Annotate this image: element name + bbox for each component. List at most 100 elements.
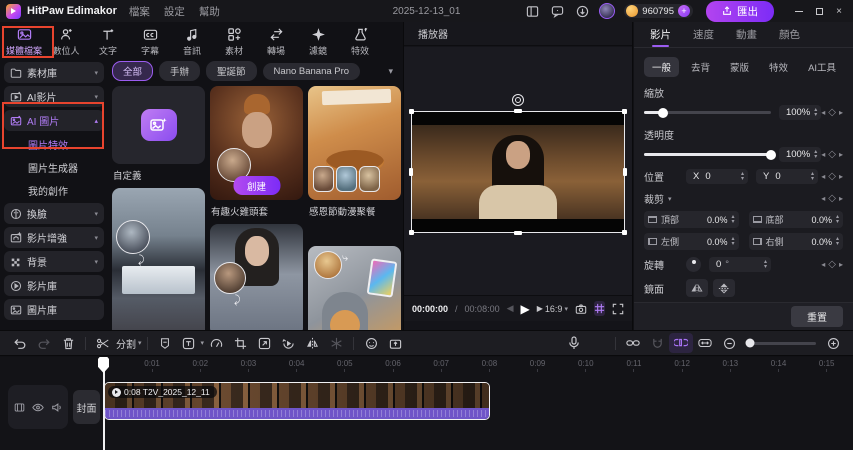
snapshot-icon[interactable] (575, 303, 587, 315)
subtab-effects[interactable]: 特效 (761, 57, 796, 77)
mic-icon[interactable] (562, 333, 586, 353)
download-icon[interactable] (574, 3, 590, 19)
timeline-zoom-slider[interactable] (745, 338, 816, 348)
close-button[interactable]: × (831, 3, 847, 19)
cover-button[interactable]: 封面 (73, 390, 100, 424)
sidebar-item-library[interactable]: 素材庫 ▾ (4, 62, 104, 83)
stepper[interactable]: ▴ ▾ (836, 214, 839, 225)
flip-horizontal-icon[interactable] (686, 279, 708, 297)
scale-slider[interactable] (644, 107, 771, 118)
stepper[interactable]: ▴ ▾ (731, 236, 734, 247)
resize-handle[interactable] (409, 168, 413, 176)
subtab-remove-bg[interactable]: 去背 (683, 57, 718, 77)
tool-digital-human[interactable]: 數位人 (45, 24, 87, 57)
scale-value[interactable]: 100% ▴ ▾ (778, 105, 822, 120)
user-avatar[interactable] (599, 3, 616, 19)
stepper[interactable]: ▴ ▾ (814, 149, 817, 160)
timeline-ruler[interactable]: 0:01 0:02 0:03 0:04 0:05 0:06 0:07 0:08 0:09 0:10… (128, 359, 851, 372)
tab-speed[interactable]: 速度 (693, 22, 714, 47)
resize-handle[interactable] (514, 231, 522, 235)
position-y[interactable]: Y 0 ▴ ▾ (756, 169, 818, 184)
feedback-icon[interactable] (549, 3, 565, 19)
stepper[interactable]: ▴ ▾ (731, 214, 734, 225)
rotate-value[interactable]: 0 ° ▴ ▾ (709, 257, 771, 272)
stepper[interactable]: ▴ ▾ (741, 171, 744, 182)
resize-handle[interactable] (409, 109, 414, 114)
mirror-clip-icon[interactable] (300, 333, 324, 353)
delete-icon[interactable] (56, 333, 80, 353)
menu-file[interactable]: 檔案 (129, 4, 150, 19)
layout-icon[interactable] (524, 3, 540, 19)
track-mute-icon[interactable] (51, 402, 63, 413)
video-preview[interactable] (412, 112, 624, 232)
stepper[interactable]: ▴ ▾ (836, 236, 839, 247)
maximize-button[interactable] (811, 3, 827, 19)
ripple-toggle-icon[interactable] (669, 333, 693, 353)
tool-media[interactable]: 媒體檔案 (3, 24, 45, 57)
aspect-ratio-select[interactable]: ▶ 16:9 ▾ (537, 304, 568, 314)
stepper[interactable]: ▴ ▾ (764, 259, 767, 270)
tool-transition[interactable]: 轉場 (255, 24, 297, 57)
tab-all[interactable]: 全部 (112, 61, 154, 81)
tab-animation[interactable]: 動畫 (736, 22, 757, 47)
template-card-snow-woman[interactable]: ⤸ (210, 224, 303, 330)
tool-stickers[interactable]: 素材 (213, 24, 255, 57)
record-icon[interactable] (383, 333, 407, 353)
scale-keyframe-controls[interactable]: ◂ ◇ ▸ (821, 107, 843, 118)
template-card-custom[interactable] (112, 86, 205, 164)
freeze-frame-icon[interactable] (324, 333, 348, 353)
sidebar-item-video-enhance[interactable]: 影片增強 ▾ (4, 227, 104, 248)
sidebar-item-image-library[interactable]: 圖片庫 (4, 299, 104, 320)
opacity-value[interactable]: 100% ▴ ▾ (778, 147, 822, 162)
undo-icon[interactable] (8, 333, 32, 353)
rotate-handle[interactable] (512, 94, 524, 106)
credits-badge[interactable]: 960795 + (624, 4, 693, 18)
speed-icon[interactable] (204, 333, 228, 353)
zoom-in-icon[interactable] (821, 333, 845, 353)
menu-help[interactable]: 幫助 (199, 4, 220, 19)
resize-handle[interactable] (622, 230, 627, 235)
tool-subtitle[interactable]: 字幕 (129, 24, 171, 57)
resize-handle[interactable] (514, 109, 522, 113)
tool-effects[interactable]: 特效 (339, 24, 381, 57)
template-card-snow-couple[interactable]: ⤸ (112, 188, 205, 330)
timeline[interactable]: 0:01 0:02 0:03 0:04 0:05 0:06 0:07 0:08 0:09 0:10… (0, 357, 853, 450)
menu-settings[interactable]: 設定 (164, 4, 185, 19)
track-visibility-icon[interactable] (31, 402, 44, 413)
tab-video[interactable]: 影片 (650, 22, 671, 47)
stepper[interactable]: ▴ ▾ (814, 107, 817, 118)
subtab-general[interactable]: 一般 (644, 57, 680, 77)
text-tool-icon[interactable] (177, 333, 201, 353)
sidebar-item-image-generator[interactable]: 圖片生成器 (4, 157, 104, 177)
crop-top[interactable]: 頂部 0.0% ▴ ▾ (644, 211, 739, 228)
stepper[interactable]: ▴ ▾ (811, 171, 814, 182)
minimize-button[interactable] (791, 3, 807, 19)
playhead-handle[interactable] (98, 357, 109, 373)
chevron-down-icon[interactable]: ▾ (388, 66, 399, 77)
fullscreen-icon[interactable] (612, 303, 624, 315)
opacity-keyframe-controls[interactable]: ◂ ◇ ▸ (821, 149, 843, 160)
prev-frame-button[interactable]: ◀ (507, 303, 514, 314)
chevron-down-icon[interactable]: ▾ (138, 339, 142, 347)
play-button[interactable]: ▶ (521, 302, 530, 316)
rotate-keyframe-controls[interactable]: ◂ ◇ ▸ (821, 259, 843, 270)
export-button[interactable]: 匯出 (706, 0, 774, 22)
crop-label[interactable]: 裁剪 (644, 191, 664, 206)
sidebar-item-background[interactable]: 背景 ▾ (4, 251, 104, 272)
grid-toggle-icon[interactable] (593, 301, 605, 316)
resize-handle[interactable] (409, 230, 414, 235)
zoom-out-icon[interactable] (717, 333, 741, 353)
marker-icon[interactable] (153, 333, 177, 353)
crop-icon[interactable] (228, 333, 252, 353)
template-card-turkey[interactable]: 創建 (210, 86, 303, 200)
split-icon[interactable] (91, 333, 115, 353)
create-button[interactable]: 創建 (232, 176, 281, 195)
resize-handle[interactable] (623, 168, 627, 176)
fit-timeline-icon[interactable] (693, 333, 717, 353)
tool-filter[interactable]: 濾鏡 (297, 24, 339, 57)
selection-box[interactable] (409, 94, 627, 235)
sidebar-item-image-effects[interactable]: 圖片特效 (4, 134, 104, 154)
position-keyframe-controls[interactable]: ◂ ◇ ▸ (821, 171, 843, 182)
resize-handle[interactable] (622, 109, 627, 114)
template-card-shark-cat[interactable]: ⤷ (308, 246, 401, 330)
